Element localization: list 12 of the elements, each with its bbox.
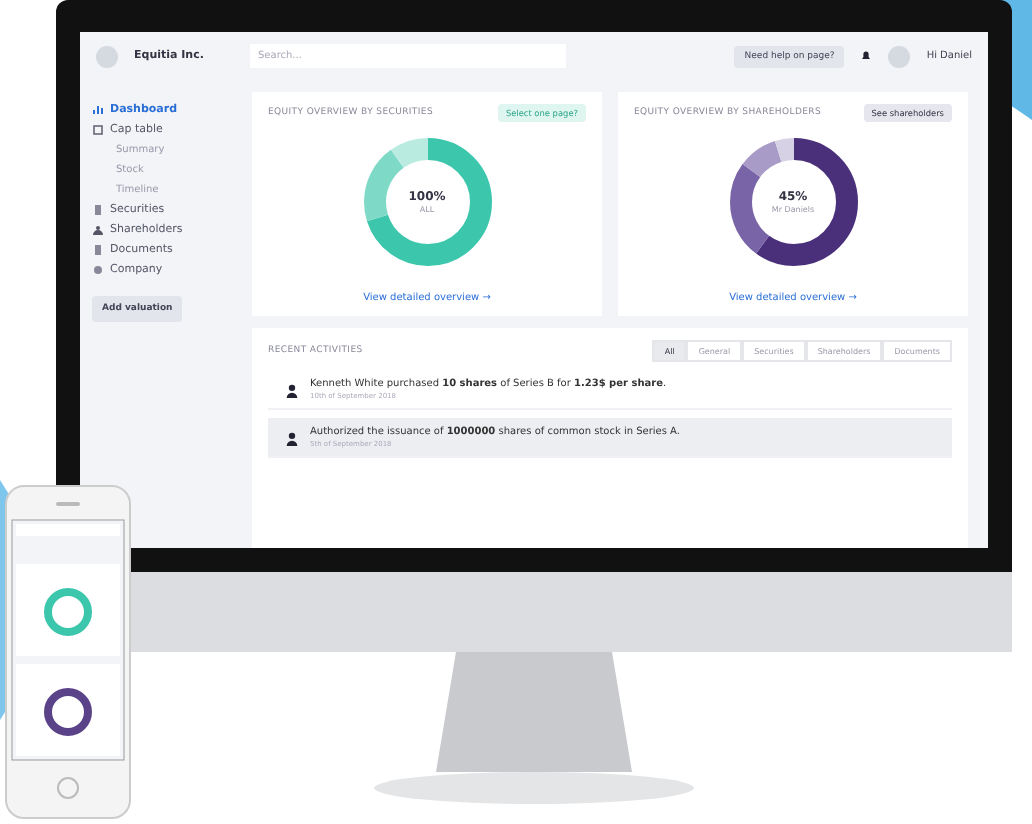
circle-icon: [92, 264, 104, 276]
bell-icon[interactable]: [860, 50, 873, 62]
person-icon: [284, 381, 300, 397]
donut-chart-drawing: [729, 138, 857, 266]
chart-icon: [92, 104, 104, 116]
table-icon: [92, 124, 104, 136]
person-icon: [284, 429, 300, 445]
people-icon: [92, 224, 104, 236]
document-icon: [92, 204, 104, 216]
donut-chart-drawing: [363, 138, 491, 266]
company-logo: [96, 45, 118, 67]
document-icon: [92, 244, 104, 256]
